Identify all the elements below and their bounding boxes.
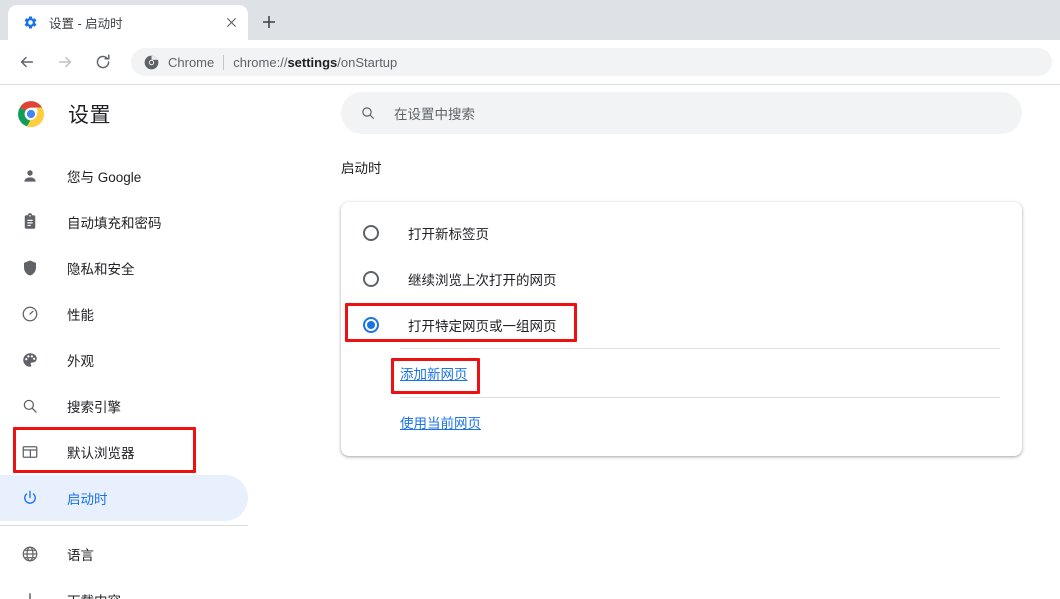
sidebar-item-label: 性能: [67, 308, 94, 323]
close-icon[interactable]: [220, 12, 242, 34]
magnifier-icon: [20, 396, 40, 416]
sidebar-nav-list: 您与 Google 自动填充和密码 隐私和安全 性能 外观 搜索引擎 默认浏览器…: [0, 153, 300, 599]
settings-gear-icon: [22, 15, 38, 31]
search-placeholder: 在设置中搜索: [394, 107, 475, 122]
sidebar-item-label: 语言: [67, 548, 94, 563]
new-tab-button[interactable]: [256, 9, 282, 35]
sidebar-item-default-browser[interactable]: 默认浏览器: [0, 429, 248, 475]
settings-page: 设置 您与 Google 自动填充和密码 隐私和安全 性能 外观 搜索引擎 默认…: [0, 86, 1060, 599]
page-title: 设置: [68, 104, 111, 127]
settings-brand: 设置: [0, 86, 300, 142]
startup-option-label: 打开特定网页或一组网页: [408, 319, 557, 334]
back-arrow-icon[interactable]: [13, 48, 41, 76]
sidebar-item-on-startup[interactable]: 启动时: [0, 475, 248, 521]
sidebar-item-label: 下载内容: [67, 590, 121, 599]
shield-icon: [20, 258, 40, 278]
sidebar-item-label: 自动填充和密码: [67, 216, 162, 231]
use-current-pages-link[interactable]: 使用当前网页: [400, 412, 481, 432]
add-new-page-link[interactable]: 添加新网页: [400, 363, 468, 383]
search-icon: [359, 104, 377, 122]
person-icon: [20, 166, 40, 186]
radio-button-unchecked-icon[interactable]: [363, 225, 379, 241]
address-bar[interactable]: Chrome chrome://settings/onStartup: [131, 48, 1052, 76]
startup-option-new-tab[interactable]: 打开新标签页: [341, 210, 1022, 256]
startup-option-continue[interactable]: 继续浏览上次打开的网页: [341, 256, 1022, 302]
globe-icon: [20, 544, 40, 564]
startup-option-specific-pages[interactable]: 打开特定网页或一组网页: [341, 302, 1022, 348]
tab-title: 设置 - 启动时: [49, 17, 123, 31]
sidebar-item-privacy[interactable]: 隐私和安全: [0, 245, 248, 291]
sidebar-item-label: 搜索引擎: [67, 400, 121, 415]
site-chip-label: Chrome: [168, 54, 215, 70]
use-current-pages-row[interactable]: 使用当前网页: [341, 398, 1022, 446]
sidebar-item-performance[interactable]: 性能: [0, 291, 248, 337]
clipboard-icon: [20, 212, 40, 232]
sidebar-item-autofill[interactable]: 自动填充和密码: [0, 199, 248, 245]
url-text: chrome://settings/onStartup: [233, 55, 397, 70]
startup-option-label: 继续浏览上次打开的网页: [408, 273, 557, 288]
add-new-page-row[interactable]: 添加新网页: [341, 349, 1022, 397]
radio-button-checked-icon[interactable]: [363, 317, 379, 333]
sidebar-item-label: 默认浏览器: [67, 446, 135, 461]
sidebar-item-languages[interactable]: 语言: [0, 531, 248, 577]
sidebar-divider: [0, 525, 248, 526]
tab-strip: 设置 - 启动时: [0, 0, 1060, 40]
power-icon: [20, 488, 40, 508]
omnibox-separator: [223, 54, 225, 70]
url-suffix: /onStartup: [337, 54, 398, 70]
settings-sidebar: 设置 您与 Google 自动填充和密码 隐私和安全 性能 外观 搜索引擎 默认…: [0, 86, 300, 599]
reload-icon[interactable]: [89, 48, 117, 76]
browser-tab[interactable]: 设置 - 启动时: [8, 5, 248, 40]
sidebar-item-label: 您与 Google: [67, 170, 142, 185]
browser-window: 设置 - 启动时 Chrome chrome://settings/onStar…: [0, 0, 1060, 599]
chrome-logo-icon: [143, 54, 159, 70]
speedometer-icon: [20, 304, 40, 324]
url-prefix: chrome://: [233, 54, 288, 70]
settings-main: 在设置中搜索 启动时 打开新标签页 继续浏览上次打开的网页 打开特定网页或一组网…: [300, 86, 1060, 599]
url-bold: settings: [287, 54, 338, 70]
radio-button-unchecked-icon[interactable]: [363, 271, 379, 287]
search-input[interactable]: 在设置中搜索: [341, 92, 1022, 134]
chrome-logo-icon: [17, 100, 45, 128]
browser-toolbar: Chrome chrome://settings/onStartup: [0, 40, 1060, 85]
download-icon: [20, 590, 40, 599]
section-heading: 启动时: [341, 161, 382, 176]
sidebar-item-search-engine[interactable]: 搜索引擎: [0, 383, 248, 429]
startup-options-card: 打开新标签页 继续浏览上次打开的网页 打开特定网页或一组网页 添加新网页 使用当…: [341, 202, 1022, 456]
sidebar-item-label: 外观: [67, 354, 94, 369]
sidebar-item-you-and-google[interactable]: 您与 Google: [0, 153, 248, 199]
sidebar-item-downloads[interactable]: 下载内容: [0, 577, 248, 599]
browser-window-icon: [20, 442, 40, 462]
palette-icon: [20, 350, 40, 370]
forward-arrow-icon: [51, 48, 79, 76]
sidebar-item-appearance[interactable]: 外观: [0, 337, 248, 383]
startup-option-label: 打开新标签页: [408, 227, 489, 242]
sidebar-item-label: 隐私和安全: [67, 262, 135, 277]
sidebar-item-label: 启动时: [67, 492, 108, 507]
